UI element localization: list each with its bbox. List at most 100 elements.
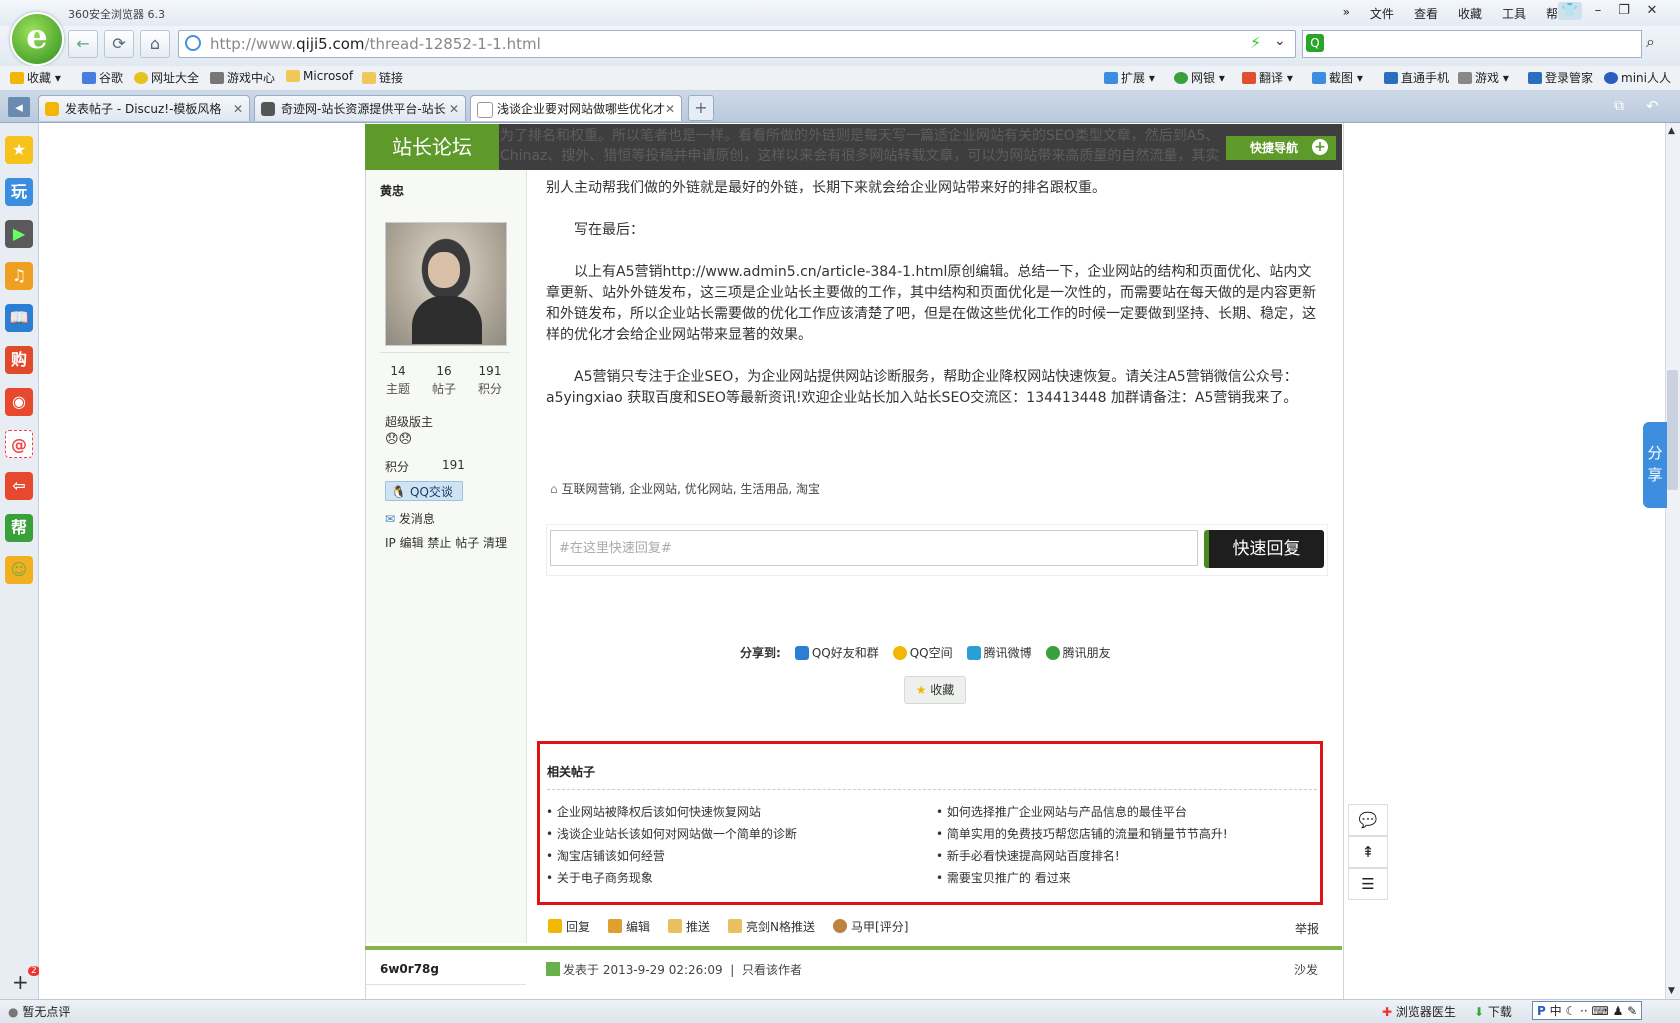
related-link[interactable]: • 浅谈企业站长该如何对网站做一个简单的诊断 — [546, 825, 797, 842]
tab-list-icon[interactable]: ⧉ — [1614, 98, 1624, 114]
back-button[interactable]: ← — [68, 30, 98, 58]
tab-post[interactable]: 发表帖子 - Discuz!-模板风格 ✕ — [38, 95, 250, 121]
tab-qiji5[interactable]: 奇迹网-站长资源提供平台-站长 ✕ — [254, 95, 466, 121]
toolbar-mini-renren[interactable]: mini人人 — [1604, 69, 1671, 86]
search-engine-icon[interactable]: Q — [1306, 34, 1324, 52]
toolbar-login-manager[interactable]: 登录管家 — [1528, 69, 1593, 86]
related-link[interactable]: • 如何选择推广企业网站与产品信息的最佳平台 — [936, 803, 1187, 820]
play-icon[interactable]: 玩 — [5, 178, 33, 206]
quick-reply-button[interactable]: 快速回复 — [1204, 530, 1324, 568]
favorite-button[interactable]: ★ 收藏 — [904, 676, 966, 704]
edit-action[interactable]: 编辑 — [608, 918, 650, 935]
floor-label[interactable]: 沙发 — [1294, 961, 1318, 978]
share-tencent-friends[interactable]: 腾讯朋友 — [1045, 644, 1111, 661]
exit-icon[interactable]: ⇦ — [5, 472, 33, 500]
status-download[interactable]: ⬇ 下载 — [1474, 1003, 1512, 1020]
quick-nav-button[interactable]: 快捷导航 + — [1226, 136, 1336, 160]
toolbar-extensions[interactable]: 扩展 ▾ — [1104, 69, 1155, 86]
shopping-icon[interactable]: 购 — [5, 346, 33, 374]
bookmark-directory[interactable]: 网址大全 — [134, 69, 199, 86]
tab-close-icon[interactable]: ✕ — [449, 96, 459, 121]
stat-topics[interactable]: 14 主题 — [374, 362, 422, 398]
scrollbar-thumb[interactable] — [1667, 370, 1678, 490]
help-icon[interactable]: 帮 — [5, 514, 33, 542]
smiley-icon[interactable]: ☺ — [5, 556, 33, 584]
status-doctor[interactable]: ✚ 浏览器医生 — [1382, 1003, 1456, 1020]
only-author-link[interactable]: 只看该作者 — [742, 963, 802, 977]
related-link[interactable]: • 简单实用的免费技巧帮您店铺的流量和销量节节高升! — [936, 825, 1228, 842]
related-link[interactable]: • 需要宝贝推广的 看过来 — [936, 869, 1071, 886]
scroll-down-icon[interactable]: ▼ — [1668, 986, 1675, 996]
favorites-icon[interactable]: ★ — [5, 136, 33, 164]
speed-mode-icon[interactable]: ⚡ — [1250, 33, 1261, 52]
scrollbar[interactable] — [1665, 123, 1680, 999]
toolbar-screenshot[interactable]: 截图 ▾ — [1312, 69, 1363, 86]
tab-close-icon[interactable]: ✕ — [665, 96, 675, 121]
list-icon[interactable]: ☰ — [1348, 868, 1388, 900]
toolbar-phone[interactable]: 直通手机 — [1384, 69, 1449, 86]
rate-action[interactable]: 马甲[评分] — [833, 918, 908, 935]
bookmark-favorites[interactable]: 收藏 ▾ — [10, 69, 61, 86]
share-tencent-weibo[interactable]: 腾讯微博 — [966, 644, 1032, 661]
reading-icon[interactable]: 📖 — [5, 304, 33, 332]
mail-icon[interactable]: @ — [5, 430, 33, 458]
quick-reply-input[interactable]: #在这里快速回复# — [550, 530, 1198, 566]
weibo-icon[interactable]: ◉ — [5, 388, 33, 416]
menu-favorites[interactable]: 收藏 — [1458, 5, 1482, 22]
restore-button[interactable]: ❐ — [1612, 2, 1636, 20]
menu-view[interactable]: 查看 — [1414, 5, 1438, 22]
forum-logo[interactable]: 站长论坛 — [365, 124, 499, 170]
skin-icon[interactable]: 👕 — [1558, 2, 1582, 20]
bookmark-google[interactable]: 谷歌 — [82, 69, 123, 86]
home-button[interactable]: ⌂ — [140, 30, 170, 58]
menu-tools[interactable]: 工具 — [1502, 5, 1526, 22]
search-box[interactable] — [1302, 30, 1642, 58]
bookmark-microsoft[interactable]: Microsof — [286, 69, 353, 83]
related-link[interactable]: • 企业网站被降权后该如何快速恢复网站 — [546, 803, 761, 820]
ime-bar[interactable]: P 中 ☾ ·· ⌨ ♟ ✎ — [1532, 1001, 1643, 1020]
refresh-button[interactable]: ⟳ — [104, 30, 134, 58]
sidebar-toggle-icon[interactable]: ◂ — [8, 97, 30, 117]
address-text[interactable]: http://www.qiji5.com/thread-12852-1-1.ht… — [210, 35, 541, 53]
author-name[interactable]: 黄忠 — [380, 182, 404, 199]
post-tags[interactable]: ⌂ 互联网营销, 企业网站, 优化网站, 生活用品, 淘宝 — [550, 480, 820, 497]
search-icon[interactable]: ⌕ — [1646, 32, 1655, 52]
push-action[interactable]: 推送 — [668, 918, 710, 935]
stat-posts[interactable]: 16 帖子 — [420, 362, 468, 398]
menu-more-icon[interactable]: » — [1343, 5, 1350, 22]
scroll-up-icon[interactable]: ▲ — [1668, 126, 1675, 136]
author-name[interactable]: 6w0r78g — [380, 962, 439, 976]
push-n-action[interactable]: 亮剑N格推送 — [728, 918, 815, 935]
video-icon[interactable]: ▶ — [5, 220, 33, 248]
music-icon[interactable]: ♫ — [5, 262, 33, 290]
bookmark-links[interactable]: 链接 — [362, 69, 403, 86]
toolbar-translate[interactable]: 翻译 ▾ — [1242, 69, 1293, 86]
close-button[interactable]: ✕ — [1640, 2, 1664, 20]
toolbar-ebank[interactable]: 网银 ▾ — [1174, 69, 1225, 86]
related-link[interactable]: • 淘宝店铺该如何经营 — [546, 847, 665, 864]
stat-points[interactable]: 191 积分 — [466, 362, 514, 398]
report-link[interactable]: 举报 — [1295, 920, 1319, 937]
related-link[interactable]: • 关于电子商务现象 — [546, 869, 653, 886]
share-qzone[interactable]: QQ空间 — [892, 644, 953, 661]
undo-close-icon[interactable]: ↶ — [1646, 97, 1659, 115]
status-review[interactable]: ● 暂无点评 — [8, 1003, 70, 1020]
share-qq-friends[interactable]: QQ好友和群 — [794, 644, 879, 661]
add-sidebar-icon[interactable]: + — [12, 970, 29, 994]
tab-close-icon[interactable]: ✕ — [233, 96, 243, 121]
related-link[interactable]: • 新手必看快速提高网站百度排名! — [936, 847, 1120, 864]
author-rank[interactable]: 超级版主 — [385, 413, 433, 430]
address-dropdown-icon[interactable]: ⌄ — [1274, 33, 1286, 49]
new-tab-button[interactable]: + — [688, 95, 714, 121]
float-share-tab[interactable]: 分享 — [1643, 422, 1667, 508]
menu-file[interactable]: 文件 — [1370, 5, 1394, 22]
back-to-top-icon[interactable]: ⇞ — [1348, 836, 1388, 868]
comment-icon[interactable]: 💬 — [1348, 804, 1388, 836]
qq-chat-button[interactable]: 🐧 QQ交谈 — [385, 481, 463, 501]
bookmark-games[interactable]: 游戏中心 — [210, 69, 275, 86]
toolbar-games[interactable]: 游戏 ▾ — [1458, 69, 1509, 86]
admin-links[interactable]: IP 编辑 禁止 帖子 清理 — [385, 534, 507, 551]
tab-current[interactable]: 浅谈企业要对网站做哪些优化才 ✕ — [470, 95, 682, 121]
send-message-link[interactable]: ✉ 发消息 — [385, 510, 435, 527]
reply-action[interactable]: 回复 — [548, 918, 590, 935]
